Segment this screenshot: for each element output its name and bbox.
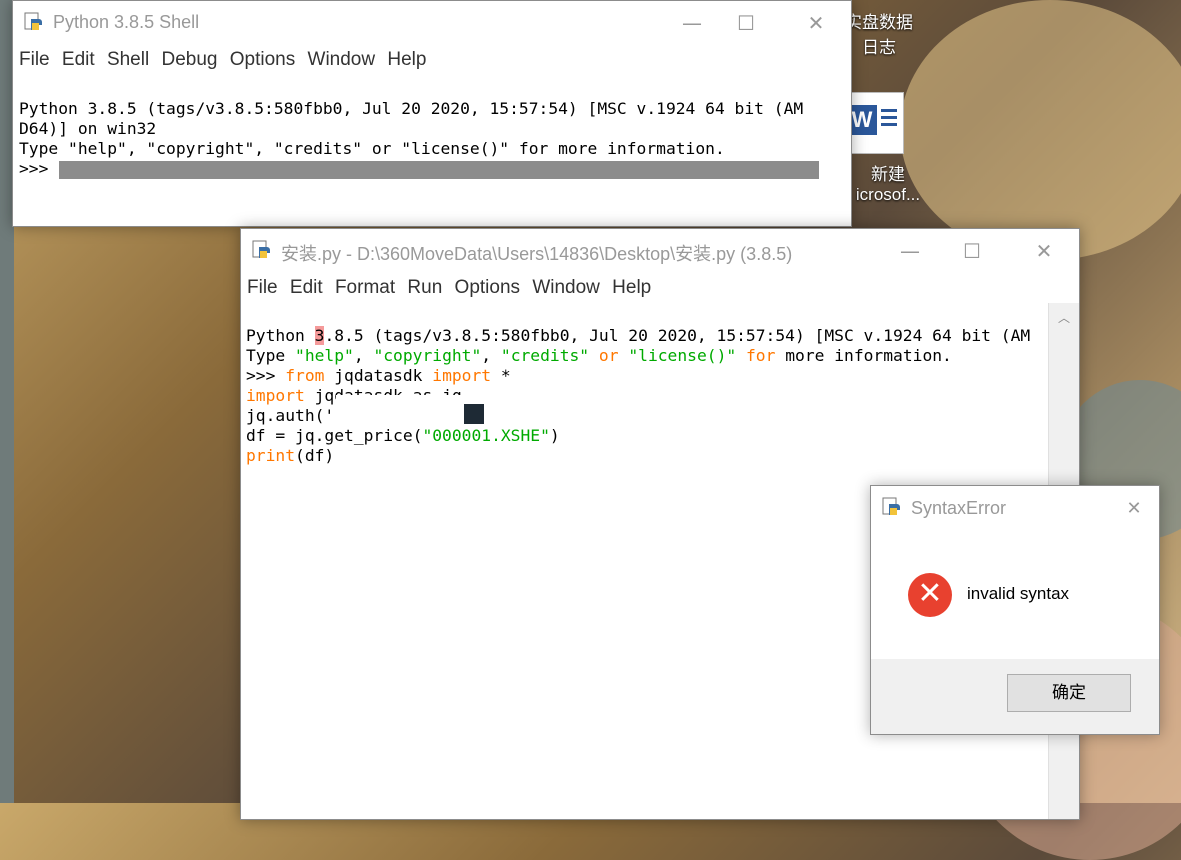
minimize-button[interactable]: — (887, 233, 933, 269)
error-icon: ✕ (908, 573, 952, 617)
editor-titlebar[interactable]: 安装.py - D:\360MoveData\Users\14836\Deskt… (241, 229, 1079, 273)
minimize-button[interactable]: — (669, 5, 715, 41)
shell-menubar: File Edit Shell Debug Options Window Hel… (13, 45, 851, 75)
code-string: "000001.XSHE" (422, 426, 550, 445)
code-text: .8.5 (tags/v3.8.5:580fbb0, Jul 20 2020, … (324, 326, 1031, 345)
code-text: df = jq.get_price( (246, 426, 423, 445)
code-line-3: >>> from jqdatasdk import * (246, 366, 1074, 386)
word-document-icon[interactable]: W (847, 92, 904, 154)
python-icon (882, 497, 900, 515)
code-keyword: import (246, 386, 305, 405)
editor-window-title: 安装.py - D:\360MoveData\Users\14836\Deskt… (281, 244, 793, 264)
menu-help[interactable]: Help (612, 273, 651, 303)
code-line-6: df = jq.get_price("000001.XSHE") (246, 426, 1074, 446)
code-string: "copyright" (373, 346, 482, 365)
menu-shell[interactable]: Shell (107, 45, 149, 75)
shell-prompt: >>> (19, 159, 59, 178)
shell-window[interactable]: Python 3.8.5 Shell — ☐ ✕ File Edit Shell… (12, 0, 852, 227)
shell-titlebar[interactable]: Python 3.8.5 Shell — ☐ ✕ (13, 1, 851, 45)
code-string: "help" (295, 346, 354, 365)
desktop-label-line2: 日志 (862, 38, 896, 57)
redaction-block (464, 404, 484, 424)
menu-options[interactable]: Options (455, 273, 520, 303)
code-text: jq.auth(' (246, 406, 335, 425)
dialog-footer: 确定 (871, 659, 1159, 734)
menu-run[interactable]: Run (407, 273, 442, 303)
menu-edit[interactable]: Edit (290, 273, 323, 303)
shell-line: D64)] on win32 (19, 119, 157, 138)
menu-window[interactable]: Window (532, 273, 600, 303)
code-string: "license()" (628, 346, 737, 365)
code-text: * (491, 366, 511, 385)
code-line-2: Type "help", "copyright", "credits" or "… (246, 346, 1074, 366)
code-text: , (481, 346, 501, 365)
code-text: >>> (246, 366, 286, 385)
shell-input-highlight[interactable] (59, 161, 819, 179)
code-keyword: or (589, 346, 629, 365)
menu-edit[interactable]: Edit (62, 45, 95, 75)
desktop-label-line1: 实盘数据 (845, 13, 913, 32)
code-text: (df) (295, 446, 335, 465)
editor-text-area[interactable]: Python 3.8.5 (tags/v3.8.5:580fbb0, Jul 2… (241, 303, 1079, 509)
shell-line: Python 3.8.5 (tags/v3.8.5:580fbb0, Jul 2… (19, 99, 804, 118)
maximize-button[interactable]: ☐ (723, 5, 769, 41)
maximize-button[interactable]: ☐ (949, 233, 995, 269)
shell-prompt-line[interactable]: >>> (19, 159, 845, 179)
menu-window[interactable]: Window (308, 45, 376, 75)
code-text: Type (246, 346, 296, 365)
code-text: ) (549, 426, 560, 445)
desktop-label-top-right[interactable]: 实盘数据 日志 (845, 8, 913, 58)
menu-format[interactable]: Format (335, 273, 395, 303)
code-keyword: from (285, 366, 325, 385)
code-keyword: import (432, 366, 492, 385)
word-doc-label-line2: icrosof... (855, 185, 921, 204)
code-line-4: import jqdatasdk as jq (246, 386, 1074, 406)
code-text: more information. (775, 346, 952, 365)
editor-menubar: File Edit Format Run Options Window Help (241, 273, 1079, 303)
code-line-7: print(df) (246, 446, 1074, 466)
error-message: invalid syntax (967, 584, 1070, 603)
dialog-close-button[interactable]: ✕ (1119, 494, 1149, 524)
code-keyword: for (745, 346, 776, 365)
shell-window-title: Python 3.8.5 Shell (53, 12, 200, 32)
menu-options[interactable]: Options (230, 45, 295, 75)
wallpaper-hair-highlight (900, 0, 1181, 260)
python-icon (24, 12, 42, 30)
menu-help[interactable]: Help (387, 45, 426, 75)
close-button[interactable]: ✕ (1021, 233, 1067, 269)
code-string: "credits" (500, 346, 590, 365)
menu-file[interactable]: File (247, 273, 278, 303)
code-text: jqdatasdk (324, 366, 433, 385)
menu-debug[interactable]: Debug (161, 45, 217, 75)
error-highlight: 3 (314, 326, 325, 345)
code-line-5: jq.auth(' (246, 404, 1074, 426)
code-keyword: print (246, 446, 296, 465)
shell-line: Type "help", "copyright", "credits" or "… (19, 139, 725, 158)
word-document-label[interactable]: 新建 icrosof... (848, 160, 928, 205)
code-line-1: Python 3.8.5 (tags/v3.8.5:580fbb0, Jul 2… (246, 326, 1074, 346)
close-button[interactable]: ✕ (793, 5, 839, 41)
python-file-icon (252, 240, 270, 258)
code-text: , (353, 346, 374, 365)
dialog-title: SyntaxError (911, 498, 1007, 518)
scroll-up-icon[interactable]: ︿ (1049, 303, 1079, 326)
word-lines-icon (881, 109, 897, 130)
code-text: Python (246, 326, 315, 345)
menu-file[interactable]: File (19, 45, 50, 75)
word-doc-label-line1: 新建 (871, 165, 905, 184)
ok-button[interactable]: 确定 (1007, 674, 1131, 712)
syntax-error-dialog[interactable]: SyntaxError ✕ ✕ invalid syntax 确定 (870, 485, 1160, 735)
shell-output[interactable]: Python 3.8.5 (tags/v3.8.5:580fbb0, Jul 2… (13, 75, 851, 223)
